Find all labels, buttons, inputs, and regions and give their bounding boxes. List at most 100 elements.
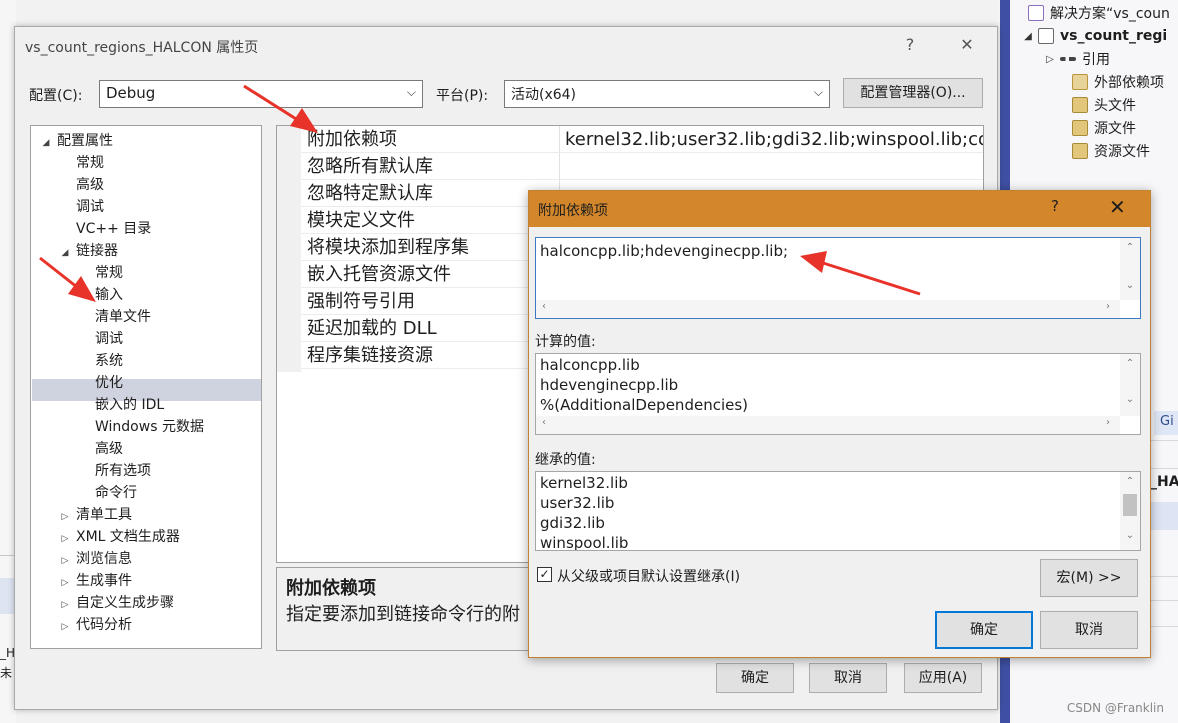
scroll-right-icon[interactable]: › — [1100, 301, 1116, 312]
vertical-scrollbar[interactable]: ⌃ ⌄ — [1120, 472, 1140, 550]
tree-item[interactable]: 调试 — [77, 328, 123, 350]
dependencies-edit-box[interactable]: halconcpp.lib;hdevenginecpp.lib; ⌃ ⌄ ‹ › — [535, 237, 1141, 319]
apply-button[interactable]: 应用(A) — [904, 663, 982, 693]
close-button[interactable]: ✕ — [1109, 195, 1126, 219]
computed-value-line: %(AdditionalDependencies) — [540, 396, 749, 414]
solution-item-solution[interactable]: 解决方案“vs_coun — [1028, 2, 1170, 24]
collapsed-arrow-icon[interactable]: ▷ — [58, 616, 72, 638]
references-icon — [1060, 57, 1076, 61]
help-button[interactable]: ? — [1051, 197, 1059, 215]
tree-item[interactable]: 系统 — [77, 350, 123, 372]
dependencies-edit-value[interactable]: halconcpp.lib;hdevenginecpp.lib; — [540, 242, 788, 260]
solution-item-header-files[interactable]: 头文件 — [1072, 94, 1136, 116]
collapsed-arrow-icon[interactable]: ▷ — [58, 528, 72, 550]
git-tab[interactable]: Gi — [1154, 411, 1178, 435]
ide-right-divider — [1150, 468, 1178, 469]
references-label: 引用 — [1082, 52, 1110, 68]
inherited-values-label: 继承的值: — [535, 452, 596, 468]
platform-select[interactable]: 活动(x64) ⌵ — [504, 80, 830, 108]
tree-item[interactable]: 嵌入的 IDL — [77, 394, 164, 416]
scroll-down-icon[interactable]: ⌄ — [1122, 394, 1138, 405]
collapsed-arrow-icon[interactable]: ▷ — [58, 594, 72, 616]
tree-item[interactable]: VC++ 目录 — [58, 218, 151, 240]
tree-item[interactable]: ▷ 浏览信息 — [58, 548, 132, 570]
close-button[interactable]: ✕ — [952, 33, 982, 57]
tree-item[interactable]: 清单文件 — [77, 306, 151, 328]
scroll-up-icon[interactable]: ⌃ — [1122, 242, 1138, 253]
tree-item-label: Windows 元数据 — [95, 419, 204, 435]
tree-item[interactable]: ◢ 链接器 — [58, 240, 118, 262]
scroll-down-icon[interactable]: ⌄ — [1122, 530, 1138, 541]
tree-item[interactable]: 常规 — [77, 262, 123, 284]
config-value: Debug — [106, 84, 156, 102]
tree-item[interactable]: 调试 — [58, 196, 104, 218]
macro-button[interactable]: 宏(M) >> — [1040, 559, 1138, 597]
property-value[interactable]: kernel32.lib;user32.lib;gdi32.lib;winspo… — [565, 126, 983, 153]
computed-value-line: hdevenginecpp.lib — [540, 376, 679, 394]
tree-item-label: 代码分析 — [76, 617, 132, 633]
tree-item[interactable]: 高级 — [77, 438, 123, 460]
collapsed-arrow-icon[interactable]: ▷ — [58, 506, 72, 528]
tree-item[interactable]: ▷ 清单工具 — [58, 504, 132, 526]
tree-item-label: 配置属性 — [57, 133, 113, 149]
ide-right-divider — [1150, 626, 1178, 627]
horizontal-scrollbar[interactable]: ‹ › — [536, 300, 1120, 318]
ok-button[interactable]: 确定 — [716, 663, 794, 693]
scroll-thumb[interactable] — [1123, 494, 1137, 516]
tree-item[interactable]: 优化 — [77, 372, 123, 394]
collapsed-arrow-icon[interactable]: ▷ — [1044, 54, 1056, 65]
header-files-label: 头文件 — [1094, 98, 1136, 114]
tree-item[interactable]: ◢ 配置属性 — [39, 130, 113, 152]
tree-item[interactable]: 输入 — [77, 284, 123, 306]
help-button[interactable]: ? — [895, 33, 925, 57]
tree-item[interactable]: ▷ 自定义生成步骤 — [58, 592, 174, 614]
solution-item-references[interactable]: ▷ 引用 — [1044, 48, 1110, 70]
expanded-arrow-icon[interactable]: ◢ — [39, 132, 53, 154]
solution-label: 解决方案“vs_coun — [1050, 6, 1170, 22]
property-name: 模块定义文件 — [307, 210, 415, 231]
scroll-left-icon[interactable]: ‹ — [536, 301, 552, 312]
expanded-arrow-icon[interactable]: ◢ — [58, 242, 72, 264]
property-name: 嵌入托管资源文件 — [307, 264, 451, 285]
cancel-button[interactable]: 取消 — [809, 663, 887, 693]
dialog-title: vs_count_regions_HALCON 属性页 — [25, 40, 259, 56]
tree-item-label: 嵌入的 IDL — [95, 397, 165, 413]
tree-item[interactable]: ▷ XML 文档生成器 — [58, 526, 180, 548]
collapsed-arrow-icon[interactable]: ▷ — [58, 572, 72, 594]
tree-item-label: 链接器 — [76, 243, 118, 259]
tree-item[interactable]: 所有选项 — [77, 460, 151, 482]
solution-item-external-deps[interactable]: 外部依赖项 — [1072, 71, 1164, 93]
property-name: 延迟加载的 DLL — [307, 318, 437, 339]
expanded-arrow-icon[interactable]: ◢ — [1022, 31, 1034, 42]
tree-item[interactable]: 命令行 — [77, 482, 137, 504]
tree-item[interactable]: ▷ 代码分析 — [58, 614, 132, 636]
solution-item-project[interactable]: ◢ vs_count_regi — [1022, 25, 1167, 47]
vertical-scrollbar[interactable]: ⌃ ⌄ — [1120, 238, 1140, 300]
dep-ok-button[interactable]: 确定 — [935, 611, 1033, 649]
tree-item-label: 调试 — [76, 199, 104, 215]
solution-item-source-files[interactable]: 源文件 — [1072, 117, 1136, 139]
property-row[interactable]: 附加依赖项 kernel32.lib;user32.lib;gdi32.lib;w… — [301, 126, 983, 153]
scroll-up-icon[interactable]: ⌃ — [1122, 358, 1138, 369]
scroll-up-icon[interactable]: ⌃ — [1122, 476, 1138, 487]
scroll-right-icon[interactable]: › — [1100, 417, 1116, 428]
dep-cancel-button[interactable]: 取消 — [1040, 611, 1138, 649]
tree-item-label: 浏览信息 — [76, 551, 132, 567]
tree-item[interactable]: ▷ 生成事件 — [58, 570, 132, 592]
config-manager-button[interactable]: 配置管理器(O)... — [843, 78, 983, 108]
horizontal-scrollbar[interactable]: ‹ › — [536, 416, 1120, 434]
scroll-left-icon[interactable]: ‹ — [536, 417, 552, 428]
tree-item[interactable]: 高级 — [58, 174, 104, 196]
scroll-down-icon[interactable]: ⌄ — [1122, 280, 1138, 291]
config-select[interactable]: Debug ⌵ — [99, 80, 423, 108]
solution-item-resource-files[interactable]: 资源文件 — [1072, 140, 1150, 162]
inherit-checkbox-label[interactable]: 从父级或项目默认设置继承(I) — [557, 566, 740, 586]
tree-item[interactable]: 常规 — [58, 152, 104, 174]
tree-item[interactable]: Windows 元数据 — [77, 416, 204, 438]
property-row[interactable]: 忽略所有默认库 — [301, 153, 983, 180]
collapsed-arrow-icon[interactable]: ▷ — [58, 550, 72, 572]
description-title: 附加依赖项 — [286, 578, 376, 599]
inherit-checkbox[interactable]: ✓ — [537, 567, 552, 582]
computed-values-box: halconcpp.lib hdevenginecpp.lib %(Addition… — [535, 353, 1141, 435]
vertical-scrollbar[interactable]: ⌃ ⌄ — [1120, 354, 1140, 416]
